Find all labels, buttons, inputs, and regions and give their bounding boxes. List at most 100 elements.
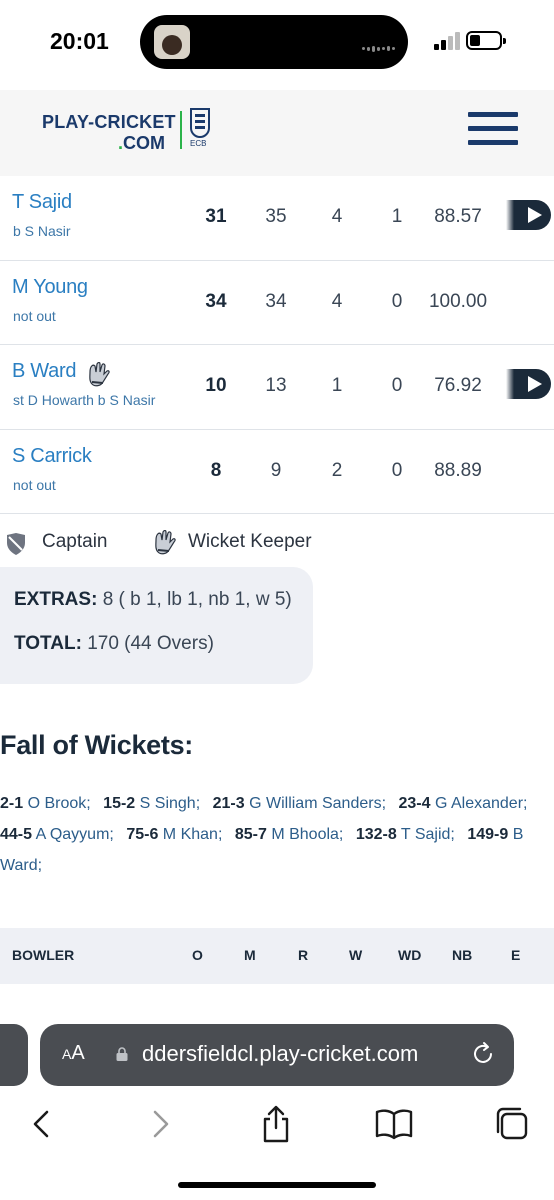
- fow-player[interactable]: T Sajid: [401, 826, 451, 843]
- ecb-crest-icon: ECB: [190, 108, 214, 148]
- runs-value: 34: [205, 290, 227, 312]
- fow-player[interactable]: S Singh: [140, 795, 196, 812]
- url-text[interactable]: ddersfieldcl.play-cricket.com: [142, 1041, 418, 1067]
- battery-icon: [466, 31, 506, 50]
- col-no-balls: NB: [452, 947, 473, 963]
- batter-name[interactable]: T Sajid: [12, 191, 72, 214]
- col-maidens: M: [244, 947, 256, 963]
- home-indicator[interactable]: [178, 1182, 376, 1188]
- fow-player[interactable]: A Qayyum: [36, 826, 110, 843]
- address-bar[interactable]: AA ddersfieldcl.play-cricket.com: [40, 1024, 514, 1086]
- captain-legend-label: Captain: [42, 531, 108, 552]
- site-header: PLAY-CRICKET .COM ECB: [0, 90, 554, 176]
- fow-player[interactable]: M Bhoola: [271, 826, 339, 843]
- logo-divider: [180, 111, 182, 149]
- batting-row: M Young not out 34 34 4 0 100.00: [0, 261, 554, 345]
- previous-tab-edge[interactable]: [0, 1024, 28, 1086]
- sixes-value: 0: [391, 459, 403, 481]
- play-cricket-logo[interactable]: PLAY-CRICKET .COM: [42, 112, 176, 154]
- total-value: 170 (44 Overs): [87, 633, 214, 654]
- batting-row: S Carrick not out 8 9 2 0 88.89: [0, 430, 554, 514]
- batting-row: B Ward st D Howarth b S Nasir 10 13 1 0 …: [0, 345, 554, 430]
- share-icon[interactable]: [256, 1104, 296, 1144]
- fow-player[interactable]: O Brook: [28, 795, 87, 812]
- back-icon[interactable]: [22, 1104, 62, 1144]
- status-time: 20:01: [50, 28, 109, 54]
- play-video-icon[interactable]: [506, 365, 554, 403]
- strike-rate-value: 88.57: [434, 206, 482, 227]
- runs-value: 31: [205, 206, 227, 227]
- play-video-icon[interactable]: [506, 196, 554, 234]
- fall-of-wickets-list: 2-1 O Brook; 15-2 S Singh; 21-3 G Willia…: [0, 795, 528, 874]
- fow-score: 75-6: [126, 826, 159, 843]
- reader-settings-button[interactable]: AA: [62, 1042, 85, 1065]
- fow-score: 44-5: [0, 826, 33, 843]
- balls-value: 13: [265, 375, 287, 396]
- extras-value: 8 ( b 1, lb 1, nb 1, w 5): [102, 589, 292, 610]
- fow-player[interactable]: M Khan: [163, 826, 218, 843]
- wicket-keeper-glove-icon: [89, 362, 110, 387]
- runs-value: 10: [205, 375, 227, 396]
- fow-player[interactable]: G Alexander: [435, 795, 523, 812]
- dismissal-text: st D Howarth b S Nasir: [13, 392, 156, 408]
- fall-of-wickets-heading: Fall of Wickets:: [0, 730, 193, 760]
- col-overs: O: [192, 947, 203, 963]
- fow-score: 132-8: [355, 826, 397, 843]
- balls-value: 9: [270, 459, 282, 481]
- forward-icon[interactable]: [140, 1104, 180, 1144]
- strike-rate-value: 88.89: [434, 459, 482, 481]
- strike-rate-value: 76.92: [434, 375, 482, 396]
- fours-value: 2: [331, 459, 343, 481]
- fow-score: 2-1: [0, 795, 24, 812]
- runs-value: 8: [210, 459, 222, 481]
- dismissal-text: b S Nasir: [13, 223, 71, 239]
- aa-large: A: [71, 1042, 85, 1064]
- col-wickets: W: [349, 947, 363, 963]
- dynamic-island[interactable]: [140, 15, 408, 69]
- batter-name[interactable]: B Ward: [12, 360, 76, 383]
- fow-score: 15-2: [103, 795, 136, 812]
- logo-text-line1: PLAY-CRICKET: [42, 112, 176, 132]
- fours-value: 4: [331, 206, 343, 227]
- bowling-table-header: BOWLER O M R W WD NB E: [0, 928, 554, 984]
- col-extras: E: [511, 947, 521, 963]
- fow-score: 23-4: [398, 795, 431, 812]
- col-bowler: BOWLER: [12, 947, 75, 963]
- sixes-value: 0: [391, 375, 403, 396]
- fours-value: 1: [331, 375, 343, 396]
- status-bar: 20:01: [0, 0, 554, 90]
- batter-name[interactable]: S Carrick: [12, 445, 92, 468]
- reload-icon[interactable]: [470, 1041, 496, 1067]
- wicket-keeper-glove-icon: [155, 530, 176, 555]
- wicket-keeper-legend-label: Wicket Keeper: [188, 531, 312, 552]
- extras-total-panel: EXTRAS: 8 ( b 1, lb 1, nb 1, w 5) TOTAL:…: [0, 567, 313, 684]
- fow-score: 85-7: [234, 826, 267, 843]
- batting-scorecard: T Sajid b S Nasir 31 35 4 1 88.57 M Youn…: [0, 176, 554, 514]
- balls-value: 35: [265, 206, 287, 227]
- total-label: TOTAL:: [14, 633, 82, 654]
- fours-value: 4: [331, 290, 343, 312]
- ecb-text: ECB: [190, 139, 207, 148]
- fow-score: 21-3: [212, 795, 245, 812]
- sixes-value: 1: [391, 206, 403, 227]
- tabs-icon[interactable]: [492, 1104, 532, 1144]
- extras-label: EXTRAS:: [14, 589, 98, 610]
- aa-small: A: [62, 1046, 72, 1062]
- browser-toolbar: [0, 1090, 554, 1200]
- browser-address-area: AA ddersfieldcl.play-cricket.com: [0, 1020, 554, 1090]
- dismissal-text: not out: [13, 307, 56, 324]
- batter-name[interactable]: M Young: [12, 276, 88, 299]
- col-runs: R: [298, 947, 309, 963]
- total-line: TOTAL: 170 (44 Overs): [14, 633, 214, 655]
- strike-rate-value: 100.00: [428, 290, 488, 312]
- captain-shield-icon: [7, 533, 25, 555]
- lock-icon: [116, 1047, 128, 1061]
- bookmarks-icon[interactable]: [374, 1104, 414, 1144]
- col-wides: WD: [398, 947, 422, 963]
- fow-score: 149-9: [467, 826, 509, 843]
- fow-player[interactable]: G William Sanders: [249, 795, 381, 812]
- hamburger-menu-icon[interactable]: [468, 112, 518, 148]
- balls-value: 34: [265, 290, 287, 312]
- audio-wave-icon: [362, 40, 402, 52]
- cellular-signal-icon: [434, 32, 460, 50]
